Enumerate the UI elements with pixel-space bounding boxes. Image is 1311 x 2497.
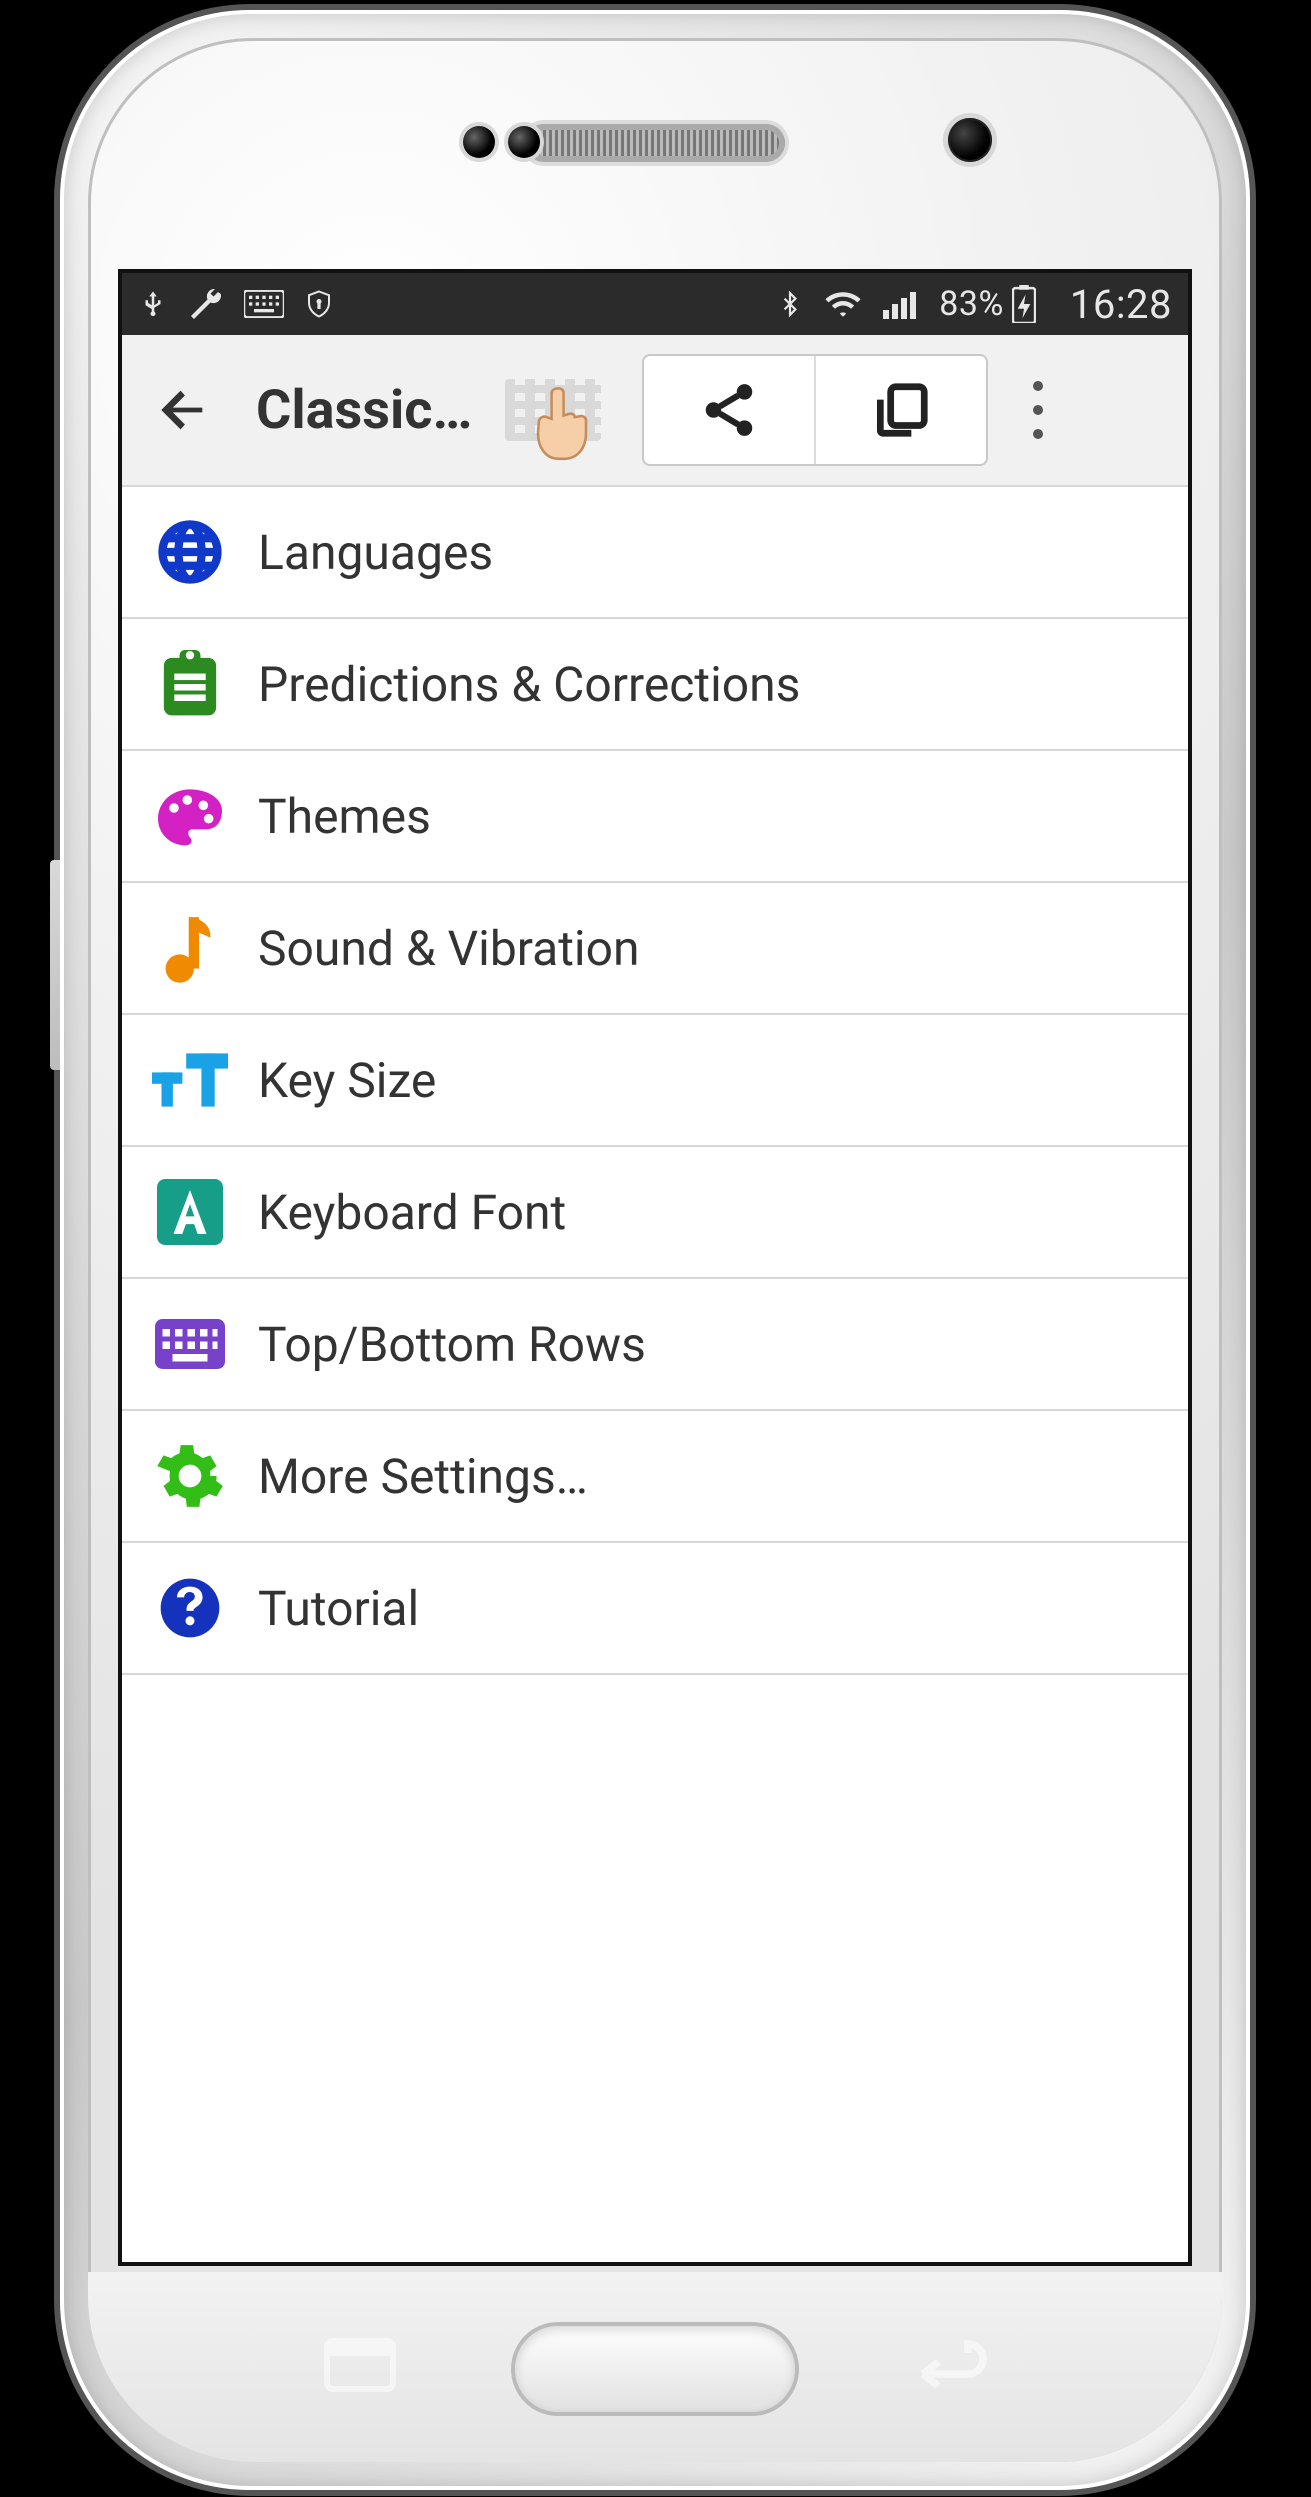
- bluetooth-icon: [777, 285, 803, 323]
- try-keyboard-button[interactable]: [498, 362, 608, 458]
- status-left-icons: [138, 285, 334, 323]
- copy-button[interactable]: [816, 356, 986, 464]
- copy-icon: [870, 379, 932, 441]
- settings-row-label: Key Size: [258, 1052, 436, 1109]
- phone-inner: 83% 16:28 Classic…: [88, 38, 1222, 2462]
- gear-icon: [152, 1438, 228, 1514]
- usb-icon: [138, 285, 168, 323]
- speaker-grille: [525, 124, 785, 162]
- back-arrow-icon: [908, 2338, 992, 2392]
- text-size-icon: [152, 1042, 228, 1118]
- settings-row-rows[interactable]: Top/Bottom Rows: [122, 1279, 1188, 1411]
- settings-row-font[interactable]: Keyboard Font: [122, 1147, 1188, 1279]
- actionbar-button-group: [642, 354, 988, 466]
- settings-row-tutorial[interactable]: Tutorial: [122, 1543, 1188, 1675]
- action-bar: Classic…: [122, 335, 1188, 487]
- share-button[interactable]: [644, 356, 816, 464]
- palette-icon: [152, 778, 228, 854]
- back-button[interactable]: [138, 365, 228, 455]
- battery-charging-icon: [1012, 285, 1036, 323]
- settings-row-predictions[interactable]: Predictions & Corrections: [122, 619, 1188, 751]
- front-camera-icon: [948, 118, 992, 162]
- settings-row-themes[interactable]: Themes: [122, 751, 1188, 883]
- settings-row-label: Languages: [258, 524, 493, 581]
- bottom-bezel: [88, 2272, 1222, 2462]
- settings-row-label: Themes: [258, 788, 431, 845]
- settings-list: Languages Predictions & Corrections Them…: [122, 487, 1188, 1675]
- recent-apps-button[interactable]: [318, 2338, 402, 2392]
- proximity-sensor-icon: [463, 126, 495, 158]
- globe-icon: [152, 514, 228, 590]
- help-icon: [152, 1570, 228, 1646]
- font-icon: [152, 1174, 228, 1250]
- settings-row-label: Top/Bottom Rows: [258, 1316, 646, 1373]
- settings-row-languages[interactable]: Languages: [122, 487, 1188, 619]
- hw-back-button[interactable]: [908, 2338, 992, 2392]
- stage: 83% 16:28 Classic…: [0, 0, 1311, 2497]
- music-note-icon: [152, 910, 228, 986]
- power-button: [50, 860, 60, 1070]
- light-sensor-icon: [508, 126, 540, 158]
- clipboard-list-icon: [152, 646, 228, 722]
- screen: 83% 16:28 Classic…: [122, 273, 1188, 2262]
- phone-frame: 83% 16:28 Classic…: [60, 10, 1250, 2490]
- status-clock: 16:28: [1070, 281, 1172, 328]
- settings-row-label: Predictions & Corrections: [258, 656, 800, 713]
- settings-row-sound[interactable]: Sound & Vibration: [122, 883, 1188, 1015]
- status-right-icons: 83% 16:28: [777, 281, 1172, 328]
- signal-icon: [883, 288, 919, 320]
- wrench-icon: [188, 286, 224, 322]
- shield-icon: [304, 287, 334, 321]
- status-bar: 83% 16:28: [122, 273, 1188, 335]
- settings-row-label: More Settings…: [258, 1448, 588, 1505]
- keyboard-status-icon: [244, 290, 284, 318]
- arrow-left-icon: [154, 381, 212, 439]
- home-button[interactable]: [515, 2326, 795, 2412]
- wifi-icon: [823, 288, 863, 320]
- pointing-hand-icon: [528, 382, 596, 462]
- settings-row-more[interactable]: More Settings…: [122, 1411, 1188, 1543]
- keyboard-rows-icon: [152, 1306, 228, 1382]
- settings-row-label: Sound & Vibration: [258, 920, 639, 977]
- settings-row-label: Tutorial: [258, 1580, 419, 1637]
- settings-row-label: Keyboard Font: [258, 1184, 566, 1241]
- recent-apps-icon: [318, 2338, 402, 2392]
- actionbar-title: Classic…: [256, 379, 472, 442]
- overflow-menu-button[interactable]: [998, 356, 1078, 464]
- more-vertical-icon: [1033, 374, 1043, 446]
- share-icon: [698, 379, 760, 441]
- battery-percent: 83%: [939, 284, 1004, 324]
- settings-row-keysize[interactable]: Key Size: [122, 1015, 1188, 1147]
